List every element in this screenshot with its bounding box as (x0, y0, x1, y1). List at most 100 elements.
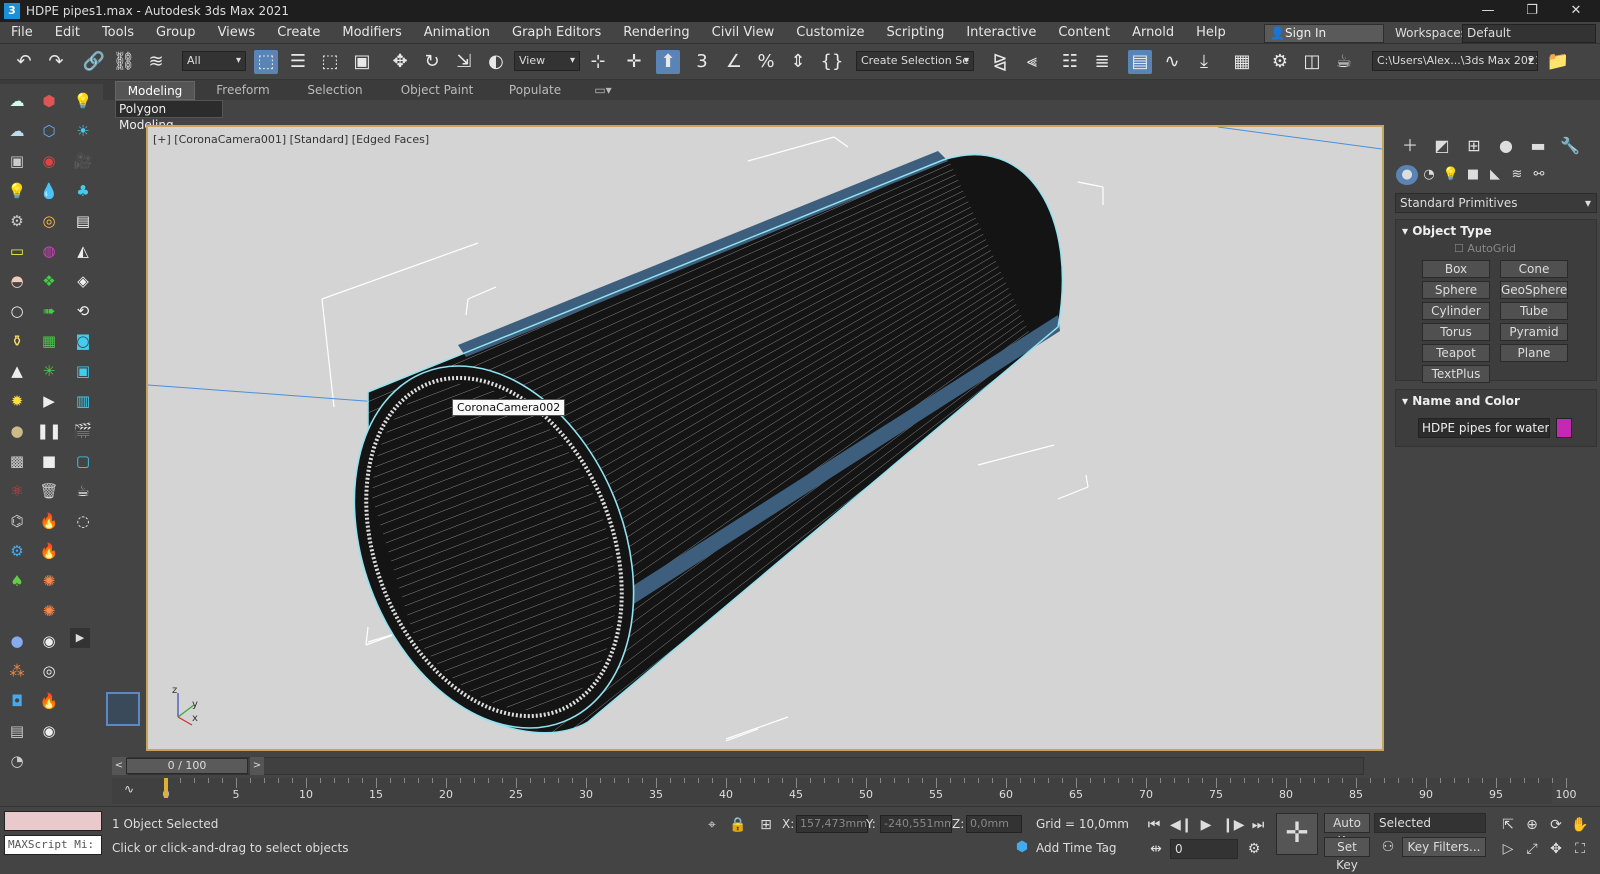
menu-create[interactable]: Create (266, 22, 331, 44)
rotate-icon[interactable]: ↻ (420, 50, 444, 74)
arrow-icon[interactable]: ➠ (36, 298, 62, 324)
orbit-icon[interactable]: ⟳ (1546, 815, 1566, 835)
scale-icon[interactable]: ⇲ (452, 50, 476, 74)
bind-space-warp-icon[interactable]: ≋ (144, 50, 168, 74)
rotate-tool-icon[interactable]: ⟲ (70, 298, 96, 324)
menu-civil-view[interactable]: Civil View (701, 22, 786, 44)
object-type-header[interactable]: ▾ Object Type (1396, 220, 1596, 242)
zoom-icon[interactable]: ⊕ (1522, 815, 1542, 835)
material-editor-icon[interactable]: ▦ (1230, 50, 1254, 74)
play-icon[interactable]: ▶ (36, 388, 62, 414)
pause-icon[interactable]: ❚❚ (36, 418, 62, 444)
close-button[interactable]: ✕ (1554, 0, 1598, 22)
plane-button[interactable]: Plane (1500, 344, 1568, 362)
spinner-snap-icon[interactable]: ⇕ (786, 50, 810, 74)
next-frame-arrow-icon[interactable]: > (250, 757, 264, 775)
drop-icon[interactable]: 💧 (36, 178, 62, 204)
smoke-icon[interactable]: ✺ (36, 598, 62, 624)
project-folder-dropdown[interactable]: C:\Users\Alex...\3ds Max 2021 (1372, 51, 1538, 71)
menu-edit[interactable]: Edit (44, 22, 91, 44)
tube-button[interactable]: Tube (1500, 302, 1568, 320)
helpers-category-icon[interactable]: ◣ (1484, 165, 1506, 185)
menu-scripting[interactable]: Scripting (876, 22, 956, 44)
material-icon[interactable]: ◉ (36, 148, 62, 174)
workspace-dropdown[interactable]: Default (1462, 24, 1596, 43)
x-coordinate-field[interactable]: 157,473mm (796, 815, 868, 833)
maximize-viewport-icon[interactable]: ⛶ (1570, 839, 1590, 859)
viewport-canvas[interactable]: z y x (148, 127, 1382, 749)
display-tab-icon[interactable]: ▬ (1526, 135, 1550, 157)
track-bar[interactable]: ∿ 05101520253035404550556065707580859095… (112, 778, 1577, 804)
pivot-center-icon[interactable]: ⊹ (586, 50, 610, 74)
time-configuration-icon[interactable]: ⚙ (1244, 839, 1264, 859)
sprite-icon[interactable]: ◈ (70, 268, 96, 294)
create-tab-icon[interactable]: ＋ (1398, 135, 1422, 157)
proxy-icon[interactable]: ◭ (70, 238, 96, 264)
go-to-start-icon[interactable]: ⏮ (1144, 815, 1164, 835)
grid-icon[interactable]: ▦ (36, 328, 62, 354)
dial-icon[interactable]: ◔ (4, 748, 30, 774)
hierarchy-tab-icon[interactable]: ⊞ (1462, 135, 1486, 157)
light-icon[interactable]: 💡 (70, 88, 96, 114)
fire-icon[interactable]: 🔥 (36, 508, 62, 534)
menu-arnold[interactable]: Arnold (1121, 22, 1185, 44)
menu-file[interactable]: File (0, 22, 44, 44)
pot-icon[interactable]: ⚱ (4, 328, 30, 354)
teapot-button[interactable]: Teapot (1422, 344, 1490, 362)
rectangular-selection-icon[interactable]: ⬚ (318, 50, 342, 74)
box-icon[interactable]: ⬢ (36, 88, 62, 114)
snaps-toggle-icon[interactable]: 3 (690, 50, 714, 74)
menu-help[interactable]: Help (1185, 22, 1237, 44)
modify-tab-icon[interactable]: ◩ (1430, 135, 1454, 157)
sign-in-button[interactable]: 👤 Sign In (1264, 24, 1384, 43)
key-mode-toggle-icon[interactable]: ⇹ (1146, 839, 1166, 859)
menu-content[interactable]: Content (1047, 22, 1121, 44)
curve-editor-toggle-icon[interactable]: ∿ (124, 782, 134, 796)
auto-key-button[interactable]: Auto K... (1324, 813, 1370, 848)
time-slider-track[interactable] (128, 757, 1364, 775)
walk-through-icon[interactable]: ⤢ (1522, 839, 1542, 859)
field-of-view-icon[interactable]: ▷ (1498, 839, 1518, 859)
camera-icon[interactable]: 🎥 (70, 148, 96, 174)
play-animation-icon[interactable]: ▶ (1196, 815, 1216, 835)
map-icon[interactable]: ▤ (70, 208, 96, 234)
z-coordinate-field[interactable]: 0,0mm (966, 815, 1022, 833)
curve-editor-icon[interactable]: ∿ (1160, 50, 1184, 74)
menu-modifiers[interactable]: Modifiers (331, 22, 412, 44)
selection-lock-icon[interactable]: 🔒 (728, 815, 748, 835)
go-to-end-icon[interactable]: ⏭ (1248, 815, 1268, 835)
project-folder-icon[interactable]: 📁 (1546, 50, 1570, 74)
key-filters-button[interactable]: Key Filters... (1402, 837, 1486, 857)
menu-graph-editors[interactable]: Graph Editors (501, 22, 612, 44)
network-icon[interactable]: ⌬ (4, 508, 30, 534)
shapes-category-icon[interactable]: ◔ (1418, 165, 1440, 185)
layer-explorer-icon[interactable]: ≣ (1090, 50, 1114, 74)
maxscript-input[interactable]: MAXScript Mi: (4, 835, 102, 855)
current-frame-marker[interactable] (164, 778, 168, 798)
grass-icon[interactable]: ♠ (4, 568, 30, 594)
set-keys-icon[interactable]: ✛ (1276, 813, 1318, 855)
edit-named-selection-icon[interactable]: {} (820, 50, 844, 74)
align-icon[interactable]: ⫷ (1020, 50, 1044, 74)
redo-icon[interactable]: ↷ (44, 50, 68, 74)
maximize-button[interactable]: ❐ (1510, 0, 1554, 22)
time-tag-icon[interactable]: ⬢ (1012, 837, 1032, 857)
render-icon[interactable]: ▣ (4, 148, 30, 174)
frame-icon[interactable]: ▣ (70, 358, 96, 384)
menu-animation[interactable]: Animation (413, 22, 501, 44)
plane-light-icon[interactable]: ▭ (4, 238, 30, 264)
tree-icon[interactable]: ♣ (70, 178, 96, 204)
unlink-icon[interactable]: ⛓ (112, 50, 136, 74)
ribbon-options-icon[interactable]: ▭▾ (588, 81, 618, 100)
previous-frame-icon[interactable]: ◀❙ (1170, 815, 1193, 835)
torus-button[interactable]: Torus (1422, 323, 1490, 341)
sun-icon[interactable]: ☀ (70, 118, 96, 144)
cone-icon[interactable]: ▲ (4, 358, 30, 384)
place-icon[interactable]: ◐ (484, 50, 508, 74)
y-coordinate-field[interactable]: -240,551mm (880, 815, 952, 833)
object-color-swatch[interactable] (1556, 418, 1572, 438)
dome-icon[interactable]: ◓ (4, 268, 30, 294)
current-frame-field[interactable]: 0 (1170, 839, 1238, 859)
cone-button[interactable]: Cone (1500, 260, 1568, 278)
add-time-tag-button[interactable]: Add Time Tag (1036, 841, 1117, 855)
